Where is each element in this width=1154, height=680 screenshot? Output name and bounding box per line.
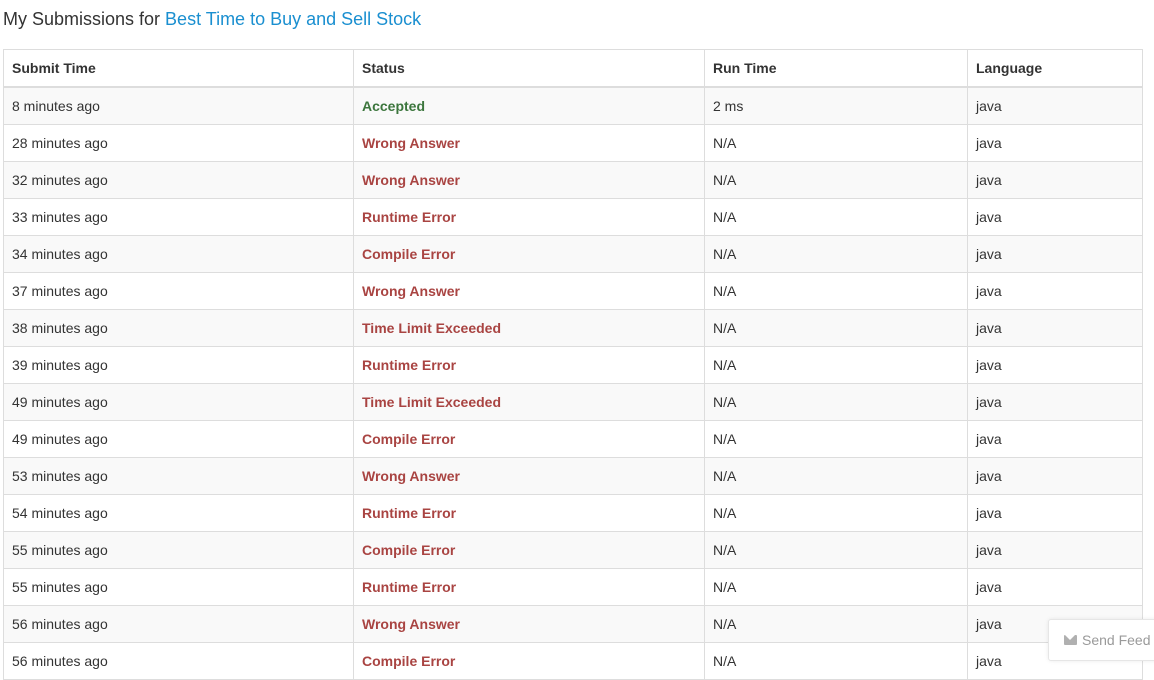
language-cell: java [967, 457, 1143, 495]
status-link[interactable]: Compile Error [353, 420, 705, 458]
table-row: 56 minutes ago Compile Error N/A java [3, 642, 1143, 680]
language-cell: java [967, 161, 1143, 199]
table-row: 55 minutes ago Compile Error N/A java [3, 531, 1143, 569]
table-row: 56 minutes ago Wrong Answer N/A java [3, 605, 1143, 643]
run-time-cell: 2 ms [704, 86, 968, 125]
status-link[interactable]: Runtime Error [353, 346, 705, 384]
submit-time-cell: 53 minutes ago [3, 457, 354, 495]
table-row: 33 minutes ago Runtime Error N/A java [3, 198, 1143, 236]
submit-time-cell: 33 minutes ago [3, 198, 354, 236]
status-link[interactable]: Compile Error [353, 235, 705, 273]
language-cell: java [967, 346, 1143, 384]
run-time-cell: N/A [704, 309, 968, 347]
column-header-language[interactable]: Language [967, 49, 1143, 88]
column-header-run-time[interactable]: Run Time [704, 49, 968, 88]
submit-time-cell: 56 minutes ago [3, 605, 354, 643]
table-row: 28 minutes ago Wrong Answer N/A java [3, 124, 1143, 162]
language-cell: java [967, 124, 1143, 162]
submit-time-cell: 49 minutes ago [3, 383, 354, 421]
table-row: 49 minutes ago Time Limit Exceeded N/A java [3, 383, 1143, 421]
column-header-status[interactable]: Status [353, 49, 705, 88]
run-time-cell: N/A [704, 161, 968, 199]
run-time-cell: N/A [704, 420, 968, 458]
status-link[interactable]: Compile Error [353, 642, 705, 680]
language-cell: java [967, 383, 1143, 421]
page-title: My Submissions for Best Time to Buy and … [3, 9, 421, 30]
table-row: 54 minutes ago Runtime Error N/A java [3, 494, 1143, 532]
submit-time-cell: 54 minutes ago [3, 494, 354, 532]
table-row: 55 minutes ago Runtime Error N/A java [3, 568, 1143, 606]
status-link[interactable]: Runtime Error [353, 198, 705, 236]
status-link[interactable]: Accepted [353, 86, 705, 125]
run-time-cell: N/A [704, 383, 968, 421]
problem-link[interactable]: Best Time to Buy and Sell Stock [165, 9, 421, 29]
run-time-cell: N/A [704, 605, 968, 643]
run-time-cell: N/A [704, 198, 968, 236]
language-cell: java [967, 309, 1143, 347]
send-feedback-label: Send Feed [1082, 632, 1151, 648]
run-time-cell: N/A [704, 494, 968, 532]
language-cell: java [967, 86, 1143, 125]
language-cell: java [967, 494, 1143, 532]
submit-time-cell: 39 minutes ago [3, 346, 354, 384]
submit-time-cell: 38 minutes ago [3, 309, 354, 347]
status-link[interactable]: Wrong Answer [353, 605, 705, 643]
run-time-cell: N/A [704, 642, 968, 680]
table-row: 39 minutes ago Runtime Error N/A java [3, 346, 1143, 384]
status-link[interactable]: Wrong Answer [353, 124, 705, 162]
run-time-cell: N/A [704, 568, 968, 606]
run-time-cell: N/A [704, 531, 968, 569]
page-title-prefix: My Submissions for [3, 9, 166, 29]
status-link[interactable]: Runtime Error [353, 494, 705, 532]
run-time-cell: N/A [704, 272, 968, 310]
language-cell: java [967, 568, 1143, 606]
status-link[interactable]: Wrong Answer [353, 161, 705, 199]
language-cell: java [967, 272, 1143, 310]
submissions-table: Submit Time Status Run Time Language 8 m… [3, 49, 1143, 680]
language-cell: java [967, 198, 1143, 236]
submit-time-cell: 55 minutes ago [3, 568, 354, 606]
table-row: 8 minutes ago Accepted 2 ms java [3, 86, 1143, 125]
table-row: 53 minutes ago Wrong Answer N/A java [3, 457, 1143, 495]
submit-time-cell: 55 minutes ago [3, 531, 354, 569]
status-link[interactable]: Time Limit Exceeded [353, 383, 705, 421]
column-header-submit-time[interactable]: Submit Time [3, 49, 354, 88]
language-cell: java [967, 235, 1143, 273]
submit-time-cell: 56 minutes ago [3, 642, 354, 680]
status-link[interactable]: Time Limit Exceeded [353, 309, 705, 347]
send-feedback-button[interactable]: Send Feed [1048, 619, 1154, 661]
status-link[interactable]: Wrong Answer [353, 457, 705, 495]
language-cell: java [967, 420, 1143, 458]
status-link[interactable]: Wrong Answer [353, 272, 705, 310]
submit-time-cell: 32 minutes ago [3, 161, 354, 199]
run-time-cell: N/A [704, 235, 968, 273]
status-link[interactable]: Compile Error [353, 531, 705, 569]
run-time-cell: N/A [704, 346, 968, 384]
submit-time-cell: 28 minutes ago [3, 124, 354, 162]
table-row: 37 minutes ago Wrong Answer N/A java [3, 272, 1143, 310]
table-row: 32 minutes ago Wrong Answer N/A java [3, 161, 1143, 199]
submissions-table-body: 8 minutes ago Accepted 2 ms java 28 minutes … [3, 86, 1143, 680]
submit-time-cell: 34 minutes ago [3, 235, 354, 273]
language-cell: java [967, 531, 1143, 569]
submit-time-cell: 8 minutes ago [3, 86, 354, 125]
run-time-cell: N/A [704, 457, 968, 495]
table-row: 49 minutes ago Compile Error N/A java [3, 420, 1143, 458]
table-row: 34 minutes ago Compile Error N/A java [3, 235, 1143, 273]
envelope-icon [1064, 635, 1077, 645]
status-link[interactable]: Runtime Error [353, 568, 705, 606]
table-header-row: Submit Time Status Run Time Language [3, 49, 1143, 88]
table-row: 38 minutes ago Time Limit Exceeded N/A java [3, 309, 1143, 347]
submit-time-cell: 49 minutes ago [3, 420, 354, 458]
run-time-cell: N/A [704, 124, 968, 162]
submit-time-cell: 37 minutes ago [3, 272, 354, 310]
